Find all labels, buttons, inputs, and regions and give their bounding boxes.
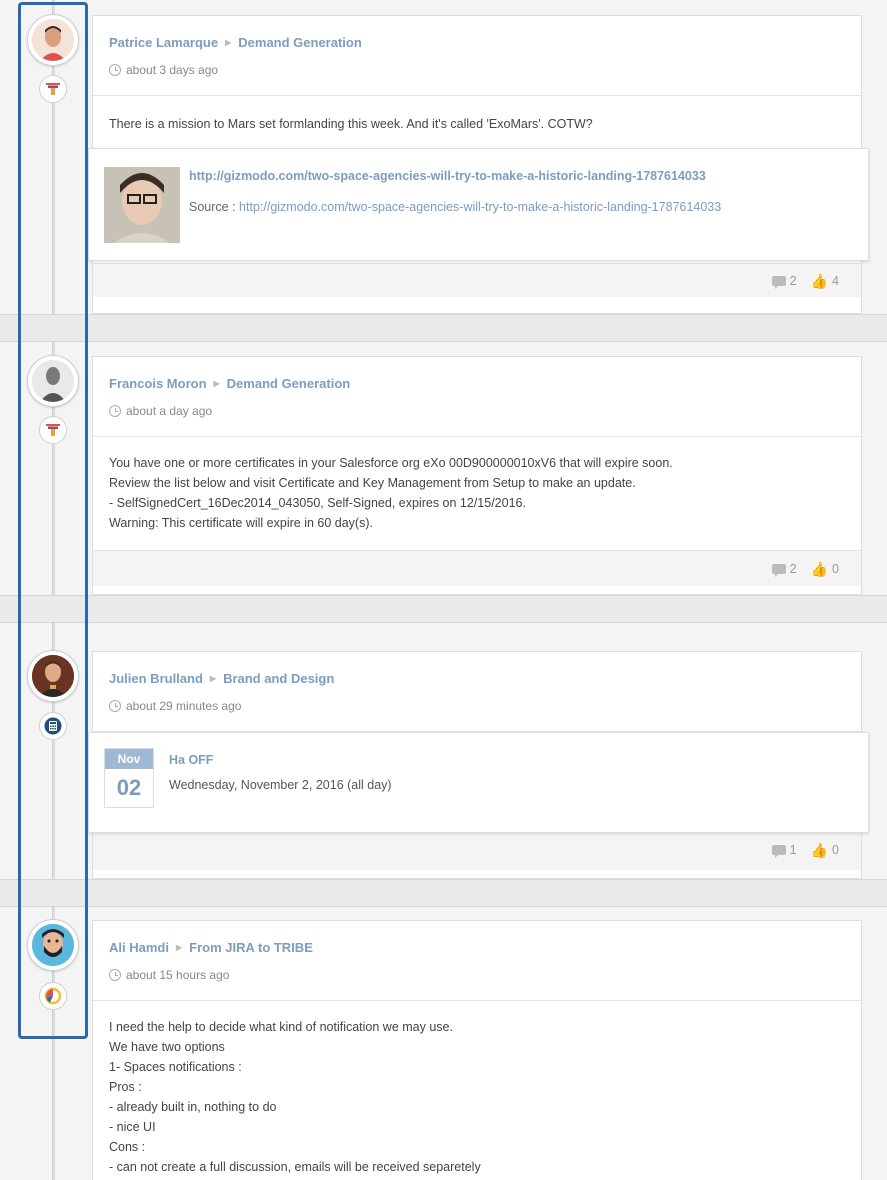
avatar[interactable] — [27, 650, 79, 702]
event-preview[interactable]: Nov 02 Ha OFF Wednesday, November 2, 201… — [88, 732, 869, 833]
activity-footer: 2 👍 4 — [93, 263, 861, 297]
space-name[interactable]: Demand Generation — [238, 35, 362, 50]
timestamp: about 29 minutes ago — [126, 699, 242, 713]
activity-header: Julien Brulland ▶ Brand and Design about… — [93, 652, 861, 732]
source-label: Source : — [189, 200, 236, 214]
source-url[interactable]: http://gizmodo.com/two-space-agencies-wi… — [239, 200, 721, 214]
author-name[interactable]: Ali Hamdi — [109, 940, 169, 955]
text-line: We have two options — [109, 1040, 225, 1054]
calendar-date-icon: Nov 02 — [104, 748, 154, 808]
avatar[interactable] — [27, 919, 79, 971]
comment-icon — [771, 845, 786, 858]
chevron-right-icon: ▶ — [175, 943, 183, 952]
text-line: I need the help to decide what kind of n… — [109, 1020, 453, 1034]
author-name[interactable]: Francois Moron — [109, 376, 207, 391]
text-line: 1- Spaces notifications : — [109, 1060, 242, 1074]
space-name[interactable]: Brand and Design — [223, 671, 334, 686]
like-button[interactable]: 👍 0 — [811, 843, 839, 857]
user-avatar-icon — [32, 19, 74, 61]
comment-count: 1 — [789, 843, 797, 857]
event-day: 02 — [116, 775, 142, 800]
event-title[interactable]: Ha OFF — [169, 753, 392, 767]
text-line: Warning: This certificate will expire in… — [109, 516, 373, 530]
timestamp: about 3 days ago — [126, 63, 219, 77]
thumbs-up-icon: 👍 — [810, 272, 829, 289]
author-name[interactable]: Patrice Lamarque — [109, 35, 218, 50]
post-separator — [0, 595, 887, 623]
text-line: - already built in, nothing to do — [109, 1100, 277, 1114]
activity-text: There is a mission to Mars set formlandi… — [109, 117, 593, 131]
funnel-icon[interactable] — [39, 416, 67, 444]
space-name[interactable]: Demand Generation — [227, 376, 351, 391]
text-line: You have one or more certificates in you… — [109, 456, 673, 470]
post-separator — [0, 879, 887, 907]
activity-text: You have one or more certificates in you… — [93, 437, 861, 550]
event-date: Wednesday, November 2, 2016 (all day) — [169, 778, 392, 792]
activity-footer: 2 👍 0 — [93, 550, 861, 586]
like-button[interactable]: 👍 0 — [811, 562, 839, 576]
comment-button[interactable]: 1 — [771, 843, 797, 858]
like-count: 0 — [832, 843, 839, 857]
comment-count: 2 — [789, 561, 797, 576]
clock-icon — [109, 700, 121, 712]
text-line: Pros : — [109, 1080, 142, 1094]
chevron-right-icon: ▶ — [209, 674, 217, 683]
user-avatar-icon — [32, 655, 74, 697]
user-avatar-icon — [32, 924, 74, 966]
text-line: Review the list below and visit Certific… — [109, 476, 636, 490]
thumbs-up-icon: 👍 — [810, 560, 829, 577]
comment-button[interactable]: 2 — [771, 561, 797, 577]
chevron-right-icon: ▶ — [213, 379, 220, 388]
text-line: - can not create a full discussion, emai… — [109, 1160, 481, 1174]
avatar[interactable] — [27, 14, 79, 66]
timestamp: about 15 hours ago — [126, 968, 230, 982]
comment-button[interactable]: 2 — [771, 273, 797, 289]
comment-icon — [771, 563, 786, 577]
text-line: Cons : — [109, 1140, 146, 1154]
pie-chart-icon[interactable] — [39, 982, 67, 1010]
activity-card: Ali Hamdi ▶ From JIRA to TRIBE about 15 … — [92, 920, 862, 1180]
clock-icon — [109, 969, 121, 981]
activity-header: Patrice Lamarque ▶ Demand Generation abo… — [93, 16, 861, 96]
like-count: 0 — [832, 561, 839, 576]
text-line: - nice UI — [109, 1120, 156, 1134]
comment-count: 2 — [789, 273, 797, 288]
text-line: - SelfSignedCert_16Dec2014_043050, Self-… — [109, 496, 526, 510]
event-month: Nov — [105, 749, 153, 769]
user-avatar-icon — [32, 360, 74, 402]
link-title[interactable]: http://gizmodo.com/two-space-agencies-wi… — [189, 169, 721, 183]
activity-card: Francois Moron ▶ Demand Generation about… — [92, 356, 862, 595]
comment-icon — [771, 275, 786, 289]
chevron-right-icon: ▶ — [225, 38, 232, 47]
clock-icon — [109, 64, 121, 76]
link-thumbnail[interactable] — [104, 167, 180, 243]
clock-icon — [109, 405, 121, 417]
post-separator — [0, 314, 887, 342]
timestamp: about a day ago — [126, 404, 213, 418]
funnel-icon[interactable] — [39, 75, 67, 103]
avatar[interactable] — [27, 355, 79, 407]
like-button[interactable]: 👍 4 — [811, 274, 839, 288]
like-count: 4 — [832, 273, 839, 288]
thumbs-up-icon: 👍 — [810, 842, 829, 858]
space-name[interactable]: From JIRA to TRIBE — [189, 940, 313, 955]
activity-footer: 1 👍 0 — [93, 830, 861, 870]
activity-header: Ali Hamdi ▶ From JIRA to TRIBE about 15 … — [93, 921, 861, 1001]
author-name[interactable]: Julien Brulland — [109, 671, 203, 686]
activity-text: I need the help to decide what kind of n… — [93, 1001, 861, 1180]
calculator-icon[interactable] — [39, 712, 67, 740]
activity-header: Francois Moron ▶ Demand Generation about… — [93, 357, 861, 437]
link-preview[interactable]: http://gizmodo.com/two-space-agencies-wi… — [88, 148, 869, 261]
